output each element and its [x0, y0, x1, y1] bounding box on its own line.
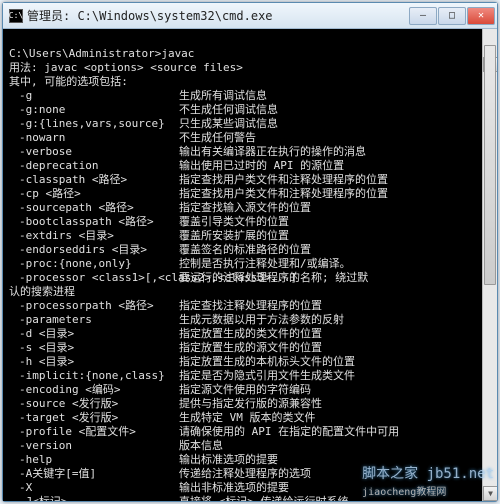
watermark-main: 脚本之家 jb51.net: [362, 466, 494, 482]
option-key: -proc:{none,only}: [9, 257, 179, 271]
option-desc: 覆盖签名的标准路径的位置: [179, 243, 491, 257]
option-row: -profile <配置文件>请确保使用的 API 在指定的配置文件中可用: [9, 425, 491, 439]
option-row: -implicit:{none,class}指定是否为隐式引用文件生成类文件: [9, 369, 491, 383]
option-desc: 不生成任何警告: [179, 131, 491, 145]
option-row: -g:none不生成任何调试信息: [9, 103, 491, 117]
option-row: -encoding <编码>指定源文件使用的字符编码: [9, 383, 491, 397]
option-key: -profile <配置文件>: [9, 425, 179, 439]
option-desc: 指定放置生成的本机标头文件的位置: [179, 355, 491, 369]
option-key: -target <发行版>: [9, 411, 179, 425]
option-row: -proc:{none,only}控制是否执行注释处理和/或编译。: [9, 257, 491, 271]
window-buttons: — □ ✕: [409, 7, 495, 25]
option-desc: 要运行的注释处理程序的名称; 绕过默: [179, 271, 491, 285]
option-key: -parameters: [9, 313, 179, 327]
option-row: -bootclasspath <路径>覆盖引导类文件的位置: [9, 215, 491, 229]
option-row: -d <目录>指定放置生成的类文件的位置: [9, 327, 491, 341]
option-key: -nowarn: [9, 131, 179, 145]
option-row: -s <目录>指定放置生成的源文件的位置: [9, 341, 491, 355]
option-desc: 生成特定 VM 版本的类文件: [179, 411, 491, 425]
option-desc: 只生成某些调试信息: [179, 117, 491, 131]
option-desc: 指定放置生成的类文件的位置: [179, 327, 491, 341]
option-row: -g生成所有调试信息: [9, 89, 491, 103]
option-key: -X: [9, 481, 179, 495]
option-key: -help: [9, 453, 179, 467]
option-desc: 生成元数据以用于方法参数的反射: [179, 313, 491, 327]
option-desc: 指定放置生成的源文件的位置: [179, 341, 491, 355]
prompt-line: C:\Users\Administrator>javac: [9, 47, 194, 60]
option-row: -processor <class1>[,<class2>,<class3>..…: [9, 271, 491, 285]
option-row: -deprecation输出使用已过时的 API 的源位置: [9, 159, 491, 173]
titlebar[interactable]: C:\ 管理员: C:\Windows\system32\cmd.exe — □…: [3, 3, 497, 29]
option-key: -deprecation: [9, 159, 179, 173]
option-key: -source <发行版>: [9, 397, 179, 411]
close-button[interactable]: ✕: [467, 7, 495, 25]
option-desc: 不生成任何调试信息: [179, 103, 491, 117]
option-key: -sourcepath <路径>: [9, 201, 179, 215]
option-row: -version版本信息: [9, 439, 491, 453]
option-key: -cp <路径>: [9, 187, 179, 201]
option-row: -nowarn不生成任何警告: [9, 131, 491, 145]
option-key: -processorpath <路径>: [9, 299, 179, 313]
terminal-output[interactable]: C:\Users\Administrator>javac 用法: javac <…: [3, 29, 497, 501]
option-row: -endorseddirs <目录>覆盖签名的标准路径的位置: [9, 243, 491, 257]
option-key: -g:{lines,vars,source}: [9, 117, 179, 131]
option-key: -endorseddirs <目录>: [9, 243, 179, 257]
option-desc: 指定查找输入源文件的位置: [179, 201, 491, 215]
option-key: -J<标记>: [9, 495, 179, 501]
watermark-sub: jiaocheng教程网: [362, 483, 494, 498]
option-row: -g:{lines,vars,source}只生成某些调试信息: [9, 117, 491, 131]
option-desc: 指定查找用户类文件和注释处理程序的位置: [179, 187, 491, 201]
where-line: 其中, 可能的选项包括:: [9, 75, 128, 88]
option-desc: 输出使用已过时的 API 的源位置: [179, 159, 491, 173]
option-desc: 指定是否为隐式引用文件生成类文件: [179, 369, 491, 383]
cmd-window: C:\ 管理员: C:\Windows\system32\cmd.exe — □…: [2, 2, 498, 502]
usage-line: 用法: javac <options> <source files>: [9, 61, 243, 74]
watermark: 脚本之家 jb51.net jiaocheng教程网: [362, 463, 494, 498]
option-row: -extdirs <目录>覆盖所安装扩展的位置: [9, 229, 491, 243]
scroll-thumb[interactable]: [484, 45, 496, 285]
scrollbar[interactable]: ▲ ▼: [482, 29, 497, 501]
option-desc: 覆盖所安装扩展的位置: [179, 229, 491, 243]
option-desc: 版本信息: [179, 439, 491, 453]
option-row: -target <发行版>生成特定 VM 版本的类文件: [9, 411, 491, 425]
option-key: -verbose: [9, 145, 179, 159]
minimize-button[interactable]: —: [409, 7, 437, 25]
option-row: -source <发行版>提供与指定发行版的源兼容性: [9, 397, 491, 411]
cmd-icon: C:\: [9, 9, 23, 23]
option-key: -A关键字[=值]: [9, 467, 179, 481]
window-title: 管理员: C:\Windows\system32\cmd.exe: [27, 7, 409, 24]
option-key: -extdirs <目录>: [9, 229, 179, 243]
option-key: -h <目录>: [9, 355, 179, 369]
option-desc: 覆盖引导类文件的位置: [179, 215, 491, 229]
maximize-button[interactable]: □: [438, 7, 466, 25]
option-desc: 输出有关编译器正在执行的操作的消息: [179, 145, 491, 159]
option-key: -implicit:{none,class}: [9, 369, 179, 383]
option-key: -classpath <路径>: [9, 173, 179, 187]
option-row: -h <目录>指定放置生成的本机标头文件的位置: [9, 355, 491, 369]
option-key: -version: [9, 439, 179, 453]
option-key: -g:none: [9, 103, 179, 117]
option-key: -s <目录>: [9, 341, 179, 355]
option-key: -encoding <编码>: [9, 383, 179, 397]
option-desc: 指定查找用户类文件和注释处理程序的位置: [179, 173, 491, 187]
option-desc: 生成所有调试信息: [179, 89, 491, 103]
option-key: -processor <class1>[,<class2>,<class3>..…: [9, 271, 179, 285]
option-key: -bootclasspath <路径>: [9, 215, 179, 229]
option-desc: 请确保使用的 API 在指定的配置文件中可用: [179, 425, 491, 439]
option-row: -cp <路径>指定查找用户类文件和注释处理程序的位置: [9, 187, 491, 201]
option-row: -classpath <路径>指定查找用户类文件和注释处理程序的位置: [9, 173, 491, 187]
option-desc: 提供与指定发行版的源兼容性: [179, 397, 491, 411]
option-row: -sourcepath <路径>指定查找输入源文件的位置: [9, 201, 491, 215]
option-desc: 控制是否执行注释处理和/或编译。: [179, 257, 491, 271]
wrap-line: 认的搜索进程: [9, 285, 75, 298]
option-row: -parameters生成元数据以用于方法参数的反射: [9, 313, 491, 327]
option-key: -g: [9, 89, 179, 103]
option-row: -processorpath <路径>指定查找注释处理程序的位置: [9, 299, 491, 313]
option-desc: 指定源文件使用的字符编码: [179, 383, 491, 397]
option-row: -verbose输出有关编译器正在执行的操作的消息: [9, 145, 491, 159]
option-key: -d <目录>: [9, 327, 179, 341]
option-desc: 指定查找注释处理程序的位置: [179, 299, 491, 313]
